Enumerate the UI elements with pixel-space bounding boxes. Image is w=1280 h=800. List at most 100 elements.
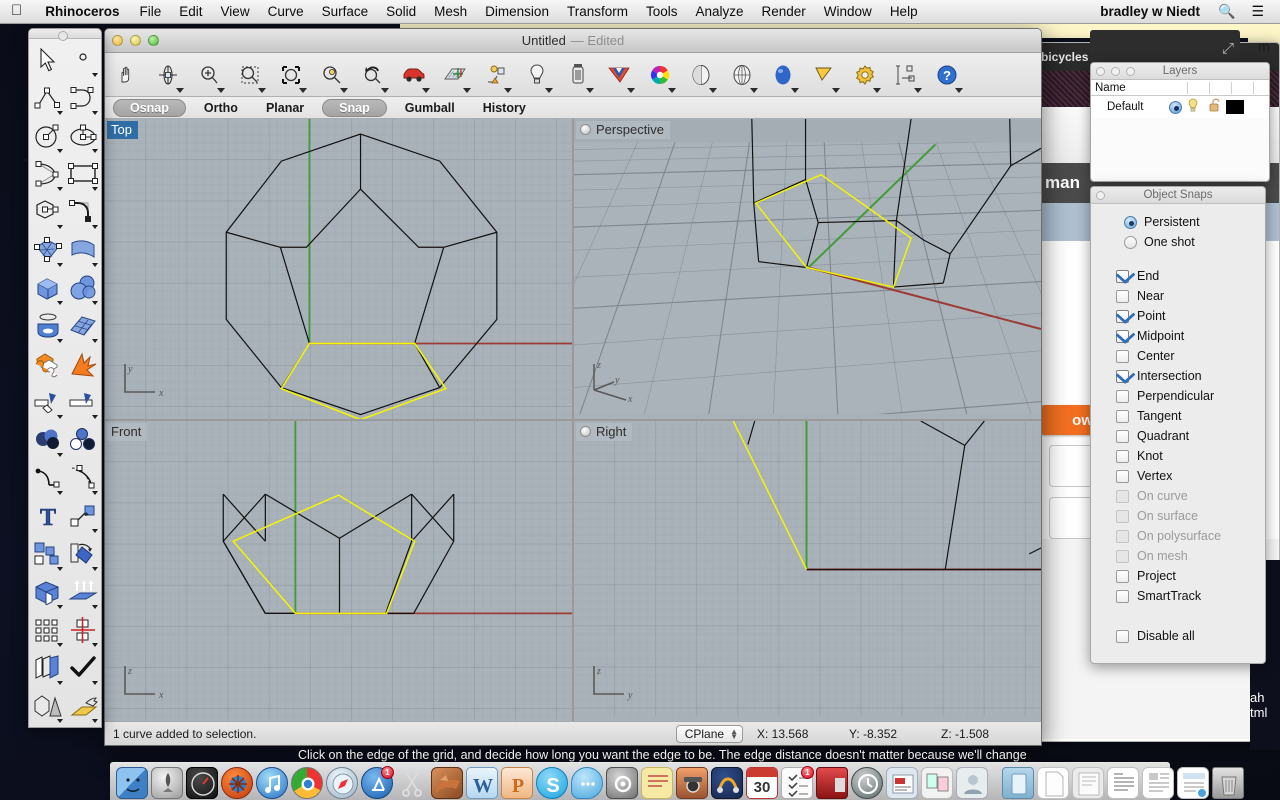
osnap-near[interactable]: Near xyxy=(1091,286,1265,306)
object-snaps-close-button[interactable] xyxy=(1096,191,1105,200)
copy-icon[interactable] xyxy=(30,649,65,687)
system-preferences-icon[interactable] xyxy=(606,767,638,799)
checkbox-smarttrack-icon[interactable] xyxy=(1116,589,1129,603)
zoom-in-out-icon[interactable] xyxy=(189,55,228,95)
expand-arrows-icon[interactable]: ⤢ xyxy=(1222,40,1234,57)
point-icon[interactable] xyxy=(65,41,100,79)
undo-view-icon[interactable] xyxy=(353,55,392,95)
menu-item-window[interactable]: Window xyxy=(815,4,881,19)
rhino-modes-strip[interactable]: Osnap Ortho Planar Snap Gumball History xyxy=(105,97,1041,119)
firefox-icon[interactable] xyxy=(221,767,253,799)
layers-column-header[interactable]: Name xyxy=(1091,80,1269,96)
toggle-snap[interactable]: Snap xyxy=(322,98,387,117)
help-icon[interactable]: ? xyxy=(927,55,966,95)
zoom-window-button[interactable] xyxy=(148,35,159,46)
menu-item-analyze[interactable]: Analyze xyxy=(686,4,752,19)
menu-app-name[interactable]: Rhinoceros xyxy=(34,4,130,19)
pan-icon[interactable] xyxy=(107,55,146,95)
checkbox-center-icon[interactable] xyxy=(1116,349,1129,363)
viewport-label-perspective[interactable]: Perspective xyxy=(576,121,670,139)
toggle-planar[interactable]: Planar xyxy=(252,101,318,115)
viewport-right[interactable]: Right z y xyxy=(574,421,1041,721)
split-icon[interactable] xyxy=(65,383,100,421)
object-snaps-panel[interactable]: Object Snaps Persistent One shot End Nea… xyxy=(1090,186,1266,664)
surface-edit-icon[interactable] xyxy=(65,687,100,725)
stickies-icon[interactable] xyxy=(641,767,673,799)
object-snaps-title-bar[interactable]: Object Snaps xyxy=(1091,187,1265,204)
messages-icon[interactable] xyxy=(571,767,603,799)
reminders-icon[interactable]: 1 xyxy=(781,766,814,799)
menu-item-mesh[interactable]: Mesh xyxy=(425,4,476,19)
checkbox-midpoint-icon[interactable] xyxy=(1116,329,1129,343)
skype-icon[interactable]: S xyxy=(536,767,568,799)
launchpad-icon[interactable] xyxy=(151,767,183,799)
text-icon[interactable]: T xyxy=(30,497,65,535)
osnap-mode-persistent[interactable]: Persistent xyxy=(1091,212,1265,232)
check-icon[interactable] xyxy=(65,649,100,687)
text-doc-icon[interactable] xyxy=(1107,767,1139,799)
scissors-icon[interactable] xyxy=(396,767,428,799)
checkbox-disable-all-icon[interactable] xyxy=(1116,629,1129,643)
layer-color-swatch[interactable] xyxy=(1226,100,1244,114)
layers-panel[interactable]: Layers Name Default xyxy=(1090,62,1270,182)
ellipse-icon[interactable] xyxy=(65,117,100,155)
rhino-title-bar[interactable]: Untitled — Edited xyxy=(105,29,1041,53)
checkbox-knot-icon[interactable] xyxy=(1116,449,1129,463)
polyline-icon[interactable] xyxy=(30,79,65,117)
checkbox-project-icon[interactable] xyxy=(1116,569,1129,583)
color-picker-icon[interactable] xyxy=(640,55,679,95)
arc-icon[interactable] xyxy=(30,155,65,193)
iphoto-icon[interactable] xyxy=(921,767,953,799)
web-doc-icon[interactable] xyxy=(1177,767,1209,799)
cylinder-icon[interactable] xyxy=(30,307,65,345)
menu-item-tools[interactable]: Tools xyxy=(637,4,687,19)
osnap-point[interactable]: Point xyxy=(1091,306,1265,326)
powerpoint-icon[interactable]: P xyxy=(501,767,533,799)
layers-close-button[interactable] xyxy=(1096,67,1105,76)
tool-palette-grid[interactable]: T xyxy=(29,39,101,727)
viewport-grid[interactable]: Top y x Perspective z y x Front z x Righ… xyxy=(105,119,1041,721)
photos-icon[interactable] xyxy=(816,767,848,799)
osnap-intersection[interactable]: Intersection xyxy=(1091,366,1265,386)
zoom-selected-icon[interactable] xyxy=(312,55,351,95)
rhino-main-window[interactable]: Untitled — Edited ? Osnap Ortho Planar S… xyxy=(104,28,1042,746)
circle-icon[interactable] xyxy=(30,117,65,155)
chrome-icon[interactable] xyxy=(291,767,323,799)
finder-icon[interactable] xyxy=(116,767,148,799)
audacity-icon[interactable] xyxy=(711,767,743,799)
box-icon[interactable] xyxy=(30,269,65,307)
osnap-knot[interactable]: Knot xyxy=(1091,446,1265,466)
set-cplane-icon[interactable] xyxy=(435,55,474,95)
checkbox-quadrant-icon[interactable] xyxy=(1116,429,1129,443)
checkbox-intersection-icon[interactable] xyxy=(1116,369,1129,383)
checkbox-near-icon[interactable] xyxy=(1116,289,1129,303)
mesh-plane-icon[interactable] xyxy=(65,307,100,345)
layers-panel-window-buttons[interactable] xyxy=(1096,67,1135,76)
documents-folder-icon[interactable] xyxy=(1002,767,1034,799)
rotate-view-icon[interactable] xyxy=(148,55,187,95)
extrude-up-icon[interactable] xyxy=(65,573,100,611)
contacts-icon[interactable] xyxy=(956,767,988,799)
layers-panel-title-bar[interactable]: Layers xyxy=(1091,63,1269,80)
ghosted-icon[interactable] xyxy=(722,55,761,95)
search-icon[interactable]: 🔍 xyxy=(1210,3,1243,20)
rotate-icon[interactable] xyxy=(65,535,100,573)
apple-icon[interactable]:  xyxy=(0,3,34,18)
layers-zoom-button[interactable] xyxy=(1126,67,1135,76)
document-stack-icon[interactable] xyxy=(1072,767,1104,799)
article-doc-icon[interactable] xyxy=(1142,767,1174,799)
menu-item-dimension[interactable]: Dimension xyxy=(476,4,558,19)
mirror-icon[interactable] xyxy=(65,611,100,649)
checkbox-vertex-icon[interactable] xyxy=(1116,469,1129,483)
offset-curve-icon[interactable] xyxy=(65,459,100,497)
toggle-gumball[interactable]: Gumball xyxy=(391,101,469,115)
sphere-boolean-icon[interactable] xyxy=(65,269,100,307)
osnap-mode-one-shot[interactable]: One shot xyxy=(1091,232,1265,252)
radio-current-icon[interactable] xyxy=(1169,100,1182,114)
menu-user-name[interactable]: bradley w Niedt xyxy=(1090,4,1210,19)
minimize-window-button[interactable] xyxy=(130,35,141,46)
menu-item-edit[interactable]: Edit xyxy=(170,4,211,19)
rhino-tool-palette[interactable]: T xyxy=(28,28,102,728)
cone-icon[interactable] xyxy=(30,687,65,725)
extrude-surface-icon[interactable] xyxy=(65,231,100,269)
